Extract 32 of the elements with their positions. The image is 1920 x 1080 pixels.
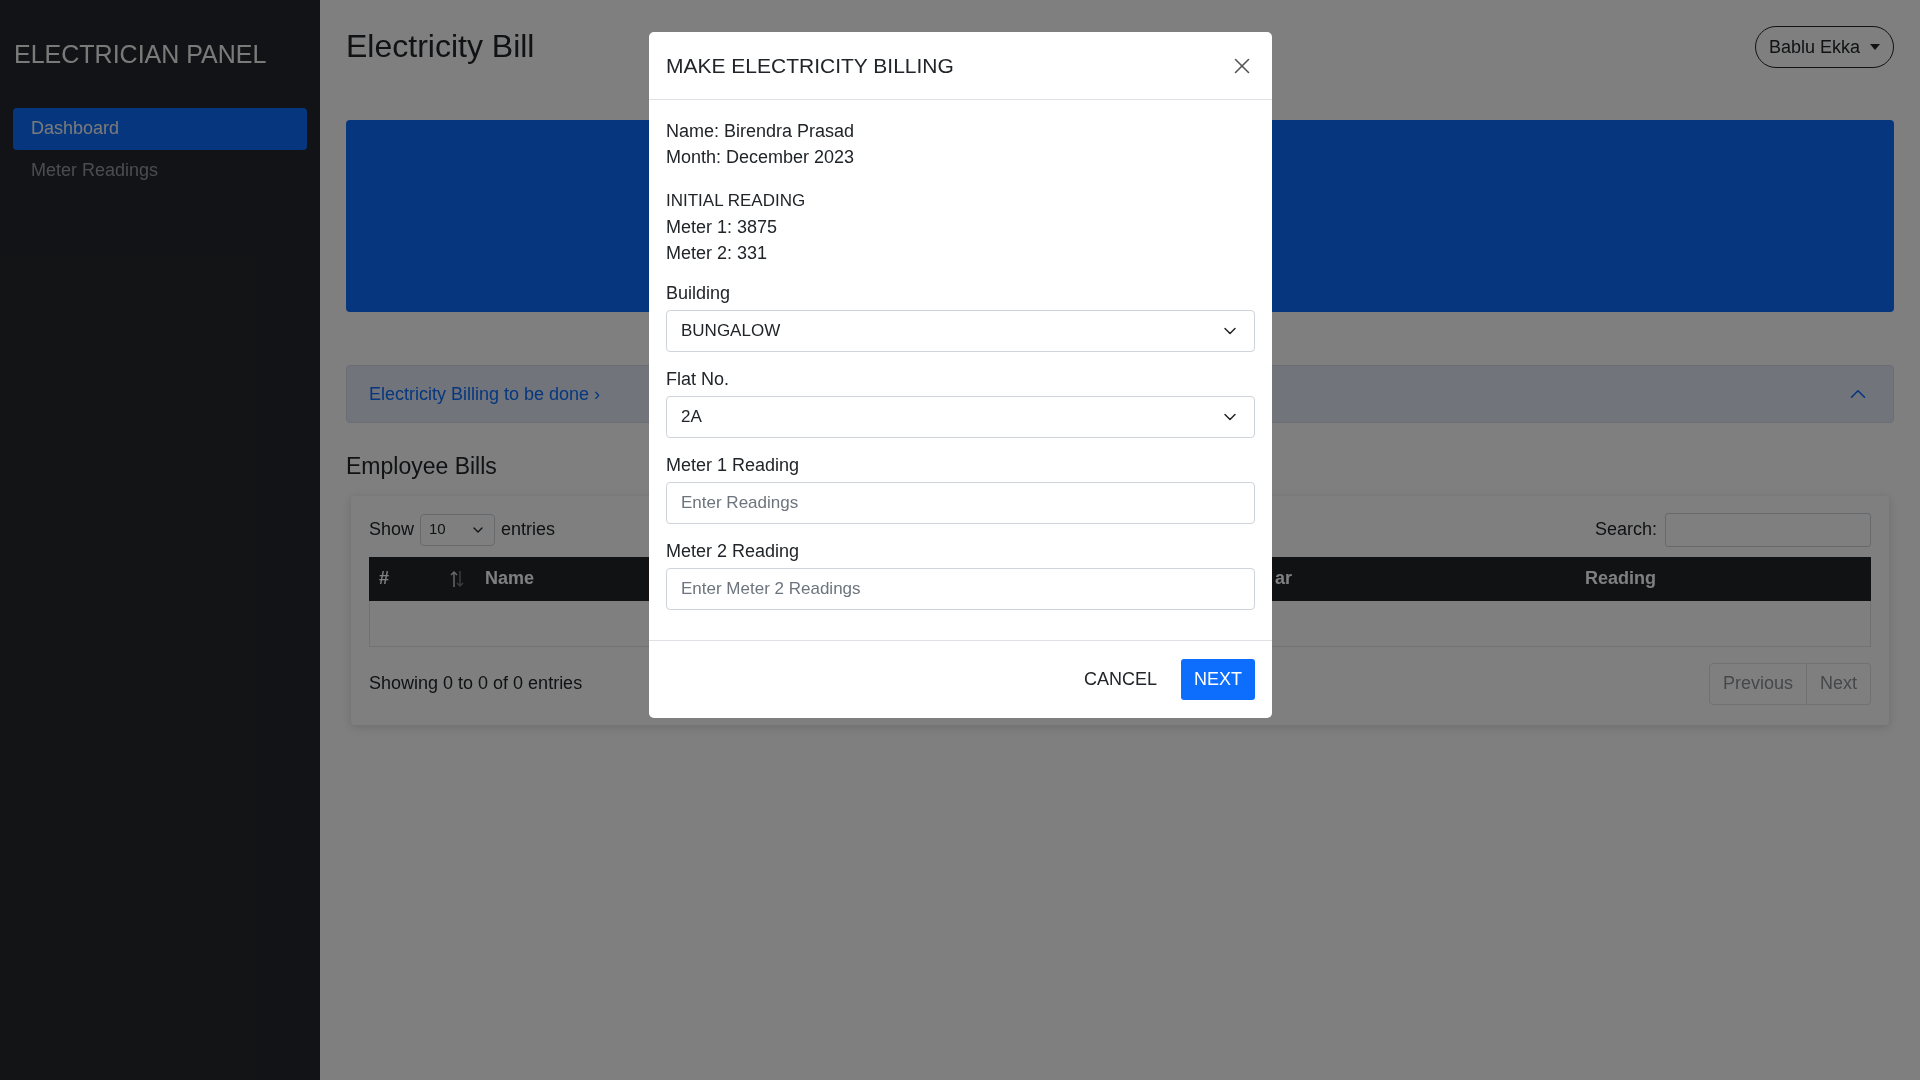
section-title: Employee Bills: [346, 452, 497, 481]
modal-title: MAKE ELECTRICITY BILLING: [666, 52, 954, 79]
month-line: Month: December 2023: [666, 146, 856, 169]
caret-icon: [1870, 44, 1880, 50]
field-label: Meter 2 Reading: [666, 540, 801, 563]
select-field[interactable]: BUNGALOW: [666, 310, 1255, 352]
reading-heading: INITIAL READING: [666, 190, 807, 212]
page-title: Electricity Bill: [346, 27, 535, 66]
table-info: Showing 0 to 0 of 0 entries: [369, 672, 583, 695]
sidebar-title: ELECTRICIAN PANEL: [13, 39, 268, 70]
input-field[interactable]: Enter Readings: [666, 482, 1255, 524]
column-header[interactable]: ar: [1273, 556, 1585, 601]
search-label: Search:: [1594, 518, 1657, 541]
search-field[interactable]: [1665, 512, 1871, 547]
sidebar-item[interactable]: Dashboard: [13, 107, 307, 150]
show-label: Show: [369, 518, 415, 541]
cancel-button[interactable]: CANCEL: [1081, 659, 1159, 700]
field-label: Building: [666, 282, 732, 305]
sort-icon: [449, 569, 465, 588]
input-field[interactable]: Enter Meter 2 Readings: [666, 568, 1255, 610]
column-header[interactable]: Reading: [1585, 556, 1871, 601]
reading-line: Meter 1: 3875: [666, 216, 779, 239]
field-label: Meter 1 Reading: [666, 454, 801, 477]
field-label: Flat No.: [666, 368, 731, 391]
next-button[interactable]: NEXT: [1181, 659, 1255, 700]
select-field[interactable]: 2A: [666, 396, 1255, 438]
page-size-select[interactable]: 10: [420, 513, 496, 546]
column-header[interactable]: #: [369, 556, 485, 601]
billing-link[interactable]: Electricity Billing to be done ›: [369, 380, 601, 408]
name-line: Name: Birendra Prasad: [666, 120, 856, 143]
reading-line: Meter 2: 331: [666, 242, 769, 265]
entries-label: entries: [501, 518, 556, 541]
